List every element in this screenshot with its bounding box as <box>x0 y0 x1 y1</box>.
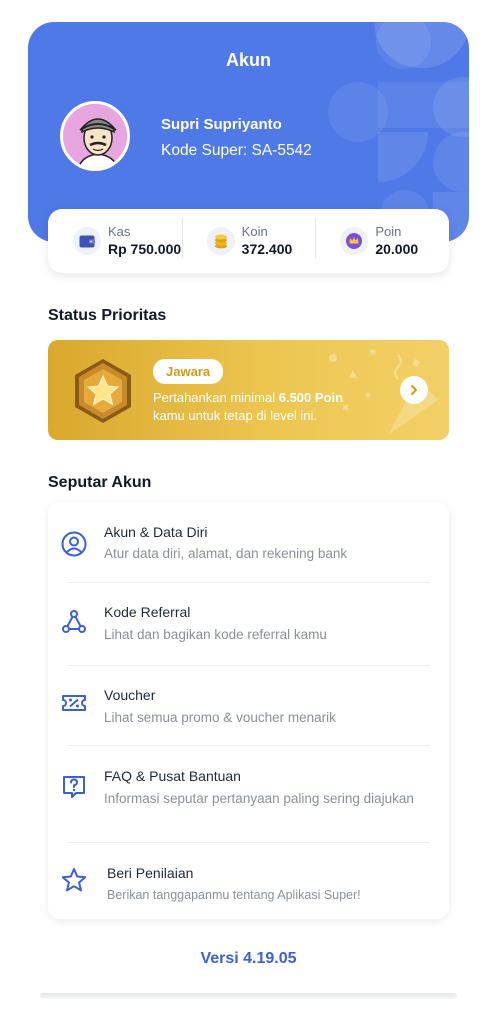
avatar[interactable] <box>60 101 130 171</box>
account-menu-card: Akun & Data Diri Atur data diri, alamat,… <box>48 502 449 919</box>
menu-item-subtitle: Informasi seputar pertanyaan paling seri… <box>104 791 414 806</box>
priority-section-title: Status Prioritas <box>48 307 167 324</box>
menu-item-title: FAQ & Pusat Bantuan <box>104 768 241 784</box>
wallet-icon <box>73 227 101 255</box>
profile-name: Supri Supriyanto <box>161 116 282 133</box>
account-section-title: Seputar Akun <box>48 474 152 491</box>
menu-item-rating[interactable]: Beri Penilaian Berikan tanggapanmu tenta… <box>48 843 449 919</box>
balance-label: Kas <box>108 224 131 239</box>
balance-koin[interactable]: Koin 372.400 <box>181 218 316 258</box>
coin-icon <box>206 227 235 255</box>
balance-kas[interactable]: Kas Rp 750.000 <box>48 224 182 258</box>
priority-status-card[interactable]: Jawara Pertahankan minimal 6.500 Poin ka… <box>48 340 449 440</box>
share-network-icon <box>62 610 86 633</box>
balance-label: Poin <box>375 224 402 239</box>
menu-item-title: Beri Penilaian <box>107 865 194 881</box>
menu-item-faq[interactable]: FAQ & Pusat Bantuan Informasi seputar pe… <box>48 746 449 842</box>
menu-item-subtitle: Atur data diri, alamat, dan rekening ban… <box>104 546 348 561</box>
app-version: Versi 4.19.05 <box>200 950 297 967</box>
balance-card: Kas Rp 750.000 Koin 372.400 Poin 20.000 <box>48 209 449 273</box>
question-chat-icon <box>63 776 85 798</box>
menu-item-subtitle: Lihat semua promo & voucher menarik <box>104 710 336 725</box>
menu-item-subtitle: Berikan tanggapanmu tentang Aplikasi Sup… <box>107 888 361 902</box>
menu-item-voucher[interactable]: Voucher Lihat semua promo & voucher mena… <box>48 666 449 745</box>
menu-item-referral[interactable]: Kode Referral Lihat dan bagikan kode ref… <box>48 583 449 665</box>
menu-item-title: Voucher <box>104 687 156 703</box>
page-title: Akun <box>226 50 271 70</box>
balance-value: 372.400 <box>241 241 293 257</box>
balance-value: Rp 750.000 <box>108 241 182 257</box>
menu-item-subtitle: Lihat dan bagikan kode referral kamu <box>104 627 327 642</box>
crown-icon <box>340 227 369 255</box>
menu-item-title: Akun & Data Diri <box>104 524 208 540</box>
bottom-bar <box>40 993 457 999</box>
medal-icon <box>75 359 131 423</box>
priority-desc-prefix: Pertahankan minimal <box>153 390 279 405</box>
voucher-icon <box>62 695 86 711</box>
menu-item-title: Kode Referral <box>104 604 191 620</box>
priority-points: 6.500 Poin <box>278 390 344 405</box>
balance-label: Koin <box>241 224 268 239</box>
priority-description: Pertahankan minimal 6.500 Poin kamu untu… <box>153 389 393 425</box>
priority-desc-suffix: kamu untuk tetap di level ini. <box>153 408 318 423</box>
header-decoration <box>378 132 428 182</box>
referral-code-label: Kode Super: SA-5542 <box>161 142 312 159</box>
balance-value: 20.000 <box>375 241 419 257</box>
header-decoration <box>433 132 469 192</box>
priority-level-badge: Jawara <box>153 359 224 384</box>
chevron-right-icon[interactable] <box>400 376 428 404</box>
star-icon <box>61 868 87 892</box>
balance-poin[interactable]: Poin 20.000 <box>315 218 449 258</box>
menu-item-account-data[interactable]: Akun & Data Diri Atur data diri, alamat,… <box>48 502 449 582</box>
user-circle-icon <box>61 531 87 557</box>
